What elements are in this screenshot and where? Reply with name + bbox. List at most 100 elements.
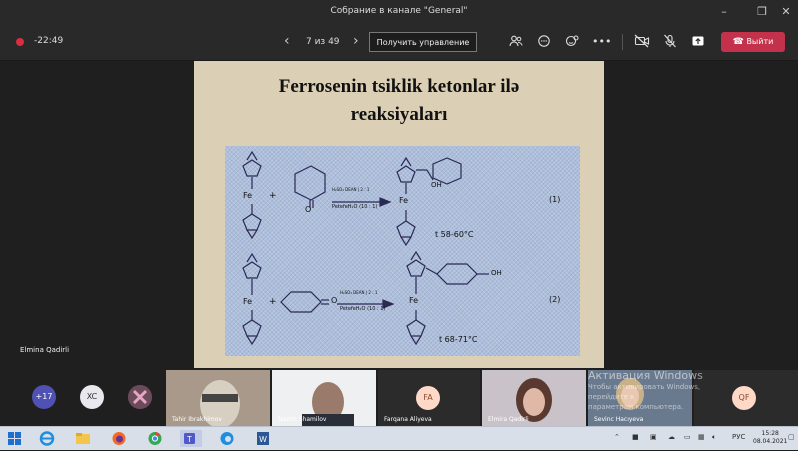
minimize-icon[interactable]: – [714,4,734,20]
tray-overflow-icon[interactable]: ⌃ [614,433,620,441]
firefox-icon[interactable] [110,430,128,447]
network-icon[interactable]: ▦ [698,433,705,441]
meeting-timer: -22:49 [34,36,64,46]
window-title: Собрание в канале "General" [330,6,468,16]
shared-content-stage: Ferrosenin tsiklik ketonlar ilə reaksiya… [0,61,798,368]
file-explorer-icon[interactable] [74,430,92,447]
participant-name-3: Farqana Aliyeva [384,416,432,423]
participants-icon[interactable] [508,34,524,50]
cyclohexanone-1 [294,165,326,201]
reaction-number-1: (1) [549,195,561,204]
temperature-label-1: t 58-60°C [435,230,474,239]
cp-ring-top-2 [242,261,262,279]
reaction-scheme: Fe + O H₂SO₄ DEAN | 2 : 1 PetefeH₂O (10 … [225,146,580,356]
slide-title-line2: reaksiyaları [350,104,448,125]
more-options-icon[interactable]: ••• [592,34,611,50]
leave-button[interactable]: ☎ Выйти [721,32,785,52]
title-bar: Собрание в канале "General" – ❐ ✕ [0,0,798,24]
maximize-icon[interactable]: ❐ [752,4,772,20]
watermark-line1: Активация Windows [588,369,703,382]
toolbar-divider [622,34,623,50]
take-control-button[interactable]: Получить управление [369,32,477,52]
windows-taskbar: T W ⌃ ■ ▣ ☁ ▭ ▦ 🔈︎ РУС 15:28 08.04.2021 … [0,426,798,450]
plus-sign-2: + [269,297,277,307]
clock-time: 15:28 [761,430,779,437]
camera-off-icon[interactable] [634,34,650,50]
watermark-line3: параметрам компьютера. [588,403,684,411]
condition-1b: PetefeH₂O (10 : 1) [332,204,378,210]
overflow-participants-badge[interactable]: +17 [32,385,56,409]
oxygen-label-1: O [305,205,312,214]
close-icon[interactable]: ✕ [776,4,796,20]
cyclohexyl-2 [436,263,478,285]
activation-watermark: Активация Windows Чтобы активировать Win… [588,369,738,412]
teams-tray-icon[interactable]: ▣ [650,433,657,441]
meeting-toolbar: -22:49 ‹ 7 из 49 › Получить управление •… [0,24,798,61]
tray-app-icon[interactable]: ■ [632,433,639,441]
volume-icon[interactable]: 🔈︎ [712,433,716,442]
avatar-fa: FA [416,386,440,410]
svg-text:W: W [259,435,267,444]
windows-start-icon[interactable] [6,430,24,447]
reactions-icon[interactable] [564,34,580,50]
internet-explorer-icon[interactable] [38,430,56,447]
condition-1a: H₂SO₄ DEAN | 2 : 1 [332,187,370,192]
avatar-photo[interactable] [128,385,152,409]
cp-ring-top-1b [396,165,416,183]
share-tray-icon[interactable] [690,34,706,50]
leave-label: Выйти [746,37,774,46]
product-oh-label-2: OH [491,269,502,277]
slide-title: Ferrosenin tsiklik ketonlar ilə reaksiya… [194,73,604,129]
participant-name-4: Elmira Qadirli [488,416,529,423]
page-indicator: 7 из 49 [306,37,340,47]
participant-name-5: Sevinc Hacıyeva [594,416,644,423]
word-icon[interactable]: W [254,430,272,447]
notifications-icon[interactable]: ▢ [788,433,795,441]
product-oh-label-1: OH [431,181,442,189]
condition-2b: PetefeH₂O (10 : 1) [340,306,386,312]
video-tile-3[interactable]: FA Farqana Aliyeva [378,370,480,426]
temperature-label-2: t 68-71°C [439,335,478,344]
chevron-right-icon[interactable]: › [353,33,359,49]
language-indicator[interactable]: РУС [732,433,745,441]
video-tile-2[interactable]: Nazim Shamilov [272,370,376,426]
reaction-number-2: (2) [549,295,561,304]
cp-ring-bottom-2 [242,319,262,337]
fe-label-2: Fe [243,297,253,306]
product-fe-label-2: Fe [409,296,419,305]
cp-ring-bottom-2b [406,319,426,337]
cp-ring-top-1 [242,159,262,177]
cp-ring-top-2b [406,259,426,277]
slide-title-line1: Ferrosenin tsiklik ketonlar ilə [278,76,520,97]
presentation-slide: Ferrosenin tsiklik ketonlar ilə reaksiya… [194,61,604,368]
product-fe-label-1: Fe [399,196,409,205]
oxygen-label-2: O [331,296,338,305]
avatar-xc[interactable]: XC [80,385,104,409]
presenter-name: Elmina Qadirli [20,346,70,354]
participant-name-2: Nazim Shamilov [278,416,327,423]
system-clock[interactable]: 15:28 08.04.2021 [753,430,787,446]
cp-ring-bottom-1 [242,213,262,231]
recording-icon [16,38,24,46]
chrome-icon[interactable] [146,430,164,447]
hang-up-icon: ☎ [732,37,744,47]
teams-icon[interactable]: T [180,430,202,447]
plus-sign-1: + [269,191,277,201]
svg-text:T: T [187,435,192,444]
watermark-line2: Чтобы активировать Windows, перейдите к [588,383,701,401]
onedrive-icon[interactable]: ☁ [668,433,675,441]
reaction-scheme-drawing [242,150,489,346]
mic-off-icon[interactable] [662,34,678,50]
video-tile-4[interactable]: Elmira Qadirli [482,370,586,426]
chevron-left-icon[interactable]: ‹ [284,33,290,49]
cp-ring-bottom-1b [396,220,416,238]
condition-2a: H₂SO₄ DEAN | 2 : 1 [340,290,378,295]
edge-icon[interactable] [218,430,236,447]
fe-label-1: Fe [243,191,253,200]
cyclohexanone-2 [280,291,322,313]
video-tile-1[interactable]: Tahir Ibrakhimov [166,370,270,426]
clock-date: 08.04.2021 [753,438,788,445]
participant-name-1: Tahir Ibrakhimov [172,416,222,423]
chat-icon[interactable] [536,34,552,50]
battery-icon[interactable]: ▭ [684,433,691,441]
